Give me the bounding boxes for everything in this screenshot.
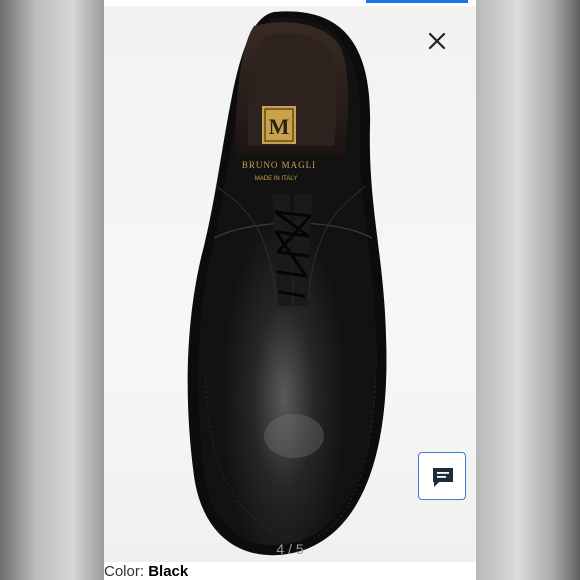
close-icon	[428, 32, 446, 50]
close-button[interactable]	[426, 30, 448, 52]
color-field: Color: Black	[104, 563, 188, 580]
color-value: Black	[148, 563, 189, 580]
brand-logo-letter: M	[269, 114, 290, 139]
image-counter: 4 / 5	[276, 541, 304, 557]
background-blur-right	[476, 0, 580, 580]
background-blur-left	[0, 0, 104, 580]
top-accent-bar	[366, 0, 468, 3]
chat-bubble-icon	[433, 468, 453, 487]
brand-name-text: BRUNO MAGLI	[242, 160, 316, 170]
chat-button[interactable]	[418, 452, 466, 500]
made-in-text: MADE IN ITALY	[255, 176, 297, 182]
image-viewer-panel: M BRUNO MAGLI MADE IN ITALY 4 / 5 Color:…	[104, 0, 476, 580]
color-label: Color:	[104, 563, 145, 580]
